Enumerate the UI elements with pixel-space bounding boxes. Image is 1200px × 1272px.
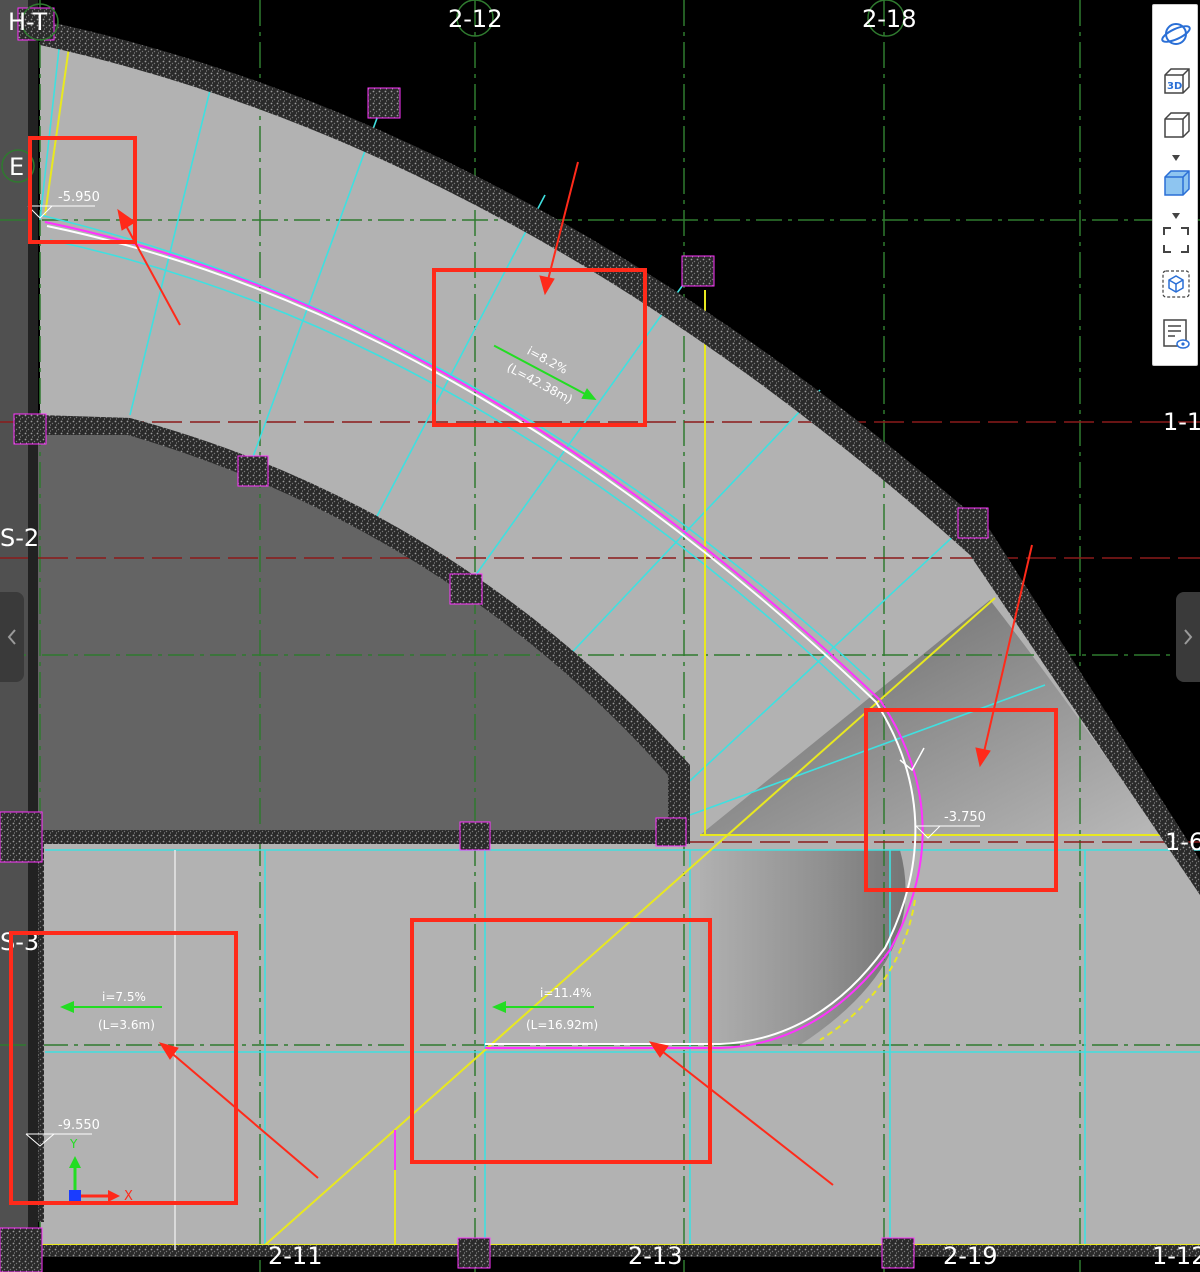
caret-down-icon [1172, 213, 1180, 219]
elevation-label-right: -3.750 [944, 810, 986, 825]
chevron-left-icon [7, 629, 16, 645]
shaded-cube-icon [1164, 170, 1190, 196]
grid-label-e: E [9, 153, 24, 181]
grid-label-2-19: 2-19 [943, 1242, 997, 1270]
slope-left-length: (L=3.6m) [98, 1018, 155, 1032]
view-3d-button[interactable]: 3D [1159, 63, 1193, 97]
view-cube-icon [1162, 270, 1190, 298]
slope-middle-grade: i=11.4% [540, 986, 592, 1000]
grid-label-2-11: 2-11 [268, 1242, 322, 1270]
wireframe-view-button[interactable] [1159, 107, 1193, 141]
ucs-y-label: Y [69, 1137, 78, 1151]
grid-label-1-1: 1-1 [1163, 408, 1200, 436]
next-view-button[interactable] [1176, 592, 1200, 682]
properties-icon [1163, 319, 1190, 349]
view-cube-button[interactable] [1159, 267, 1193, 301]
slope-left-grade: i=7.5% [102, 990, 146, 1004]
grid-label-2-18: 2-18 [862, 5, 916, 33]
grid-label-1-6: 1-6 [1165, 828, 1200, 856]
elevation-label-top: -5.950 [58, 190, 100, 205]
view-toolbar: 3D [1152, 4, 1198, 366]
caret-down-icon [1172, 155, 1180, 161]
cad-viewport[interactable]: H-T 2-12 2-18 E S-2 S-3 1-1 1-6 2-11 2-1… [0, 0, 1200, 1272]
view-3d-label: 3D [1167, 81, 1182, 92]
grid-label-s-2: S-2 [0, 524, 39, 552]
slope-middle-length: (L=16.92m) [526, 1018, 598, 1032]
properties-button[interactable] [1159, 317, 1193, 351]
wireframe-dropdown[interactable] [1170, 147, 1182, 161]
elevation-label-bottom: -9.550 [58, 1118, 100, 1133]
fullscreen-icon [1163, 227, 1189, 253]
prev-view-button[interactable] [0, 592, 24, 682]
view-3d-icon: 3D [1164, 68, 1190, 94]
grid-label-1-12: 1-12 [1152, 1242, 1200, 1270]
chevron-right-icon [1184, 629, 1193, 645]
shaded-dropdown[interactable] [1170, 205, 1182, 219]
shaded-view-button[interactable] [1159, 165, 1193, 199]
grid-label-2-12: 2-12 [448, 5, 502, 33]
grid-label-2-13: 2-13 [628, 1242, 682, 1270]
wireframe-cube-icon [1164, 112, 1190, 138]
orbit-button[interactable] [1159, 17, 1193, 51]
orbit-icon [1161, 23, 1191, 45]
grid-label-h-t: H-T [8, 8, 48, 36]
fullscreen-button[interactable] [1159, 223, 1193, 257]
